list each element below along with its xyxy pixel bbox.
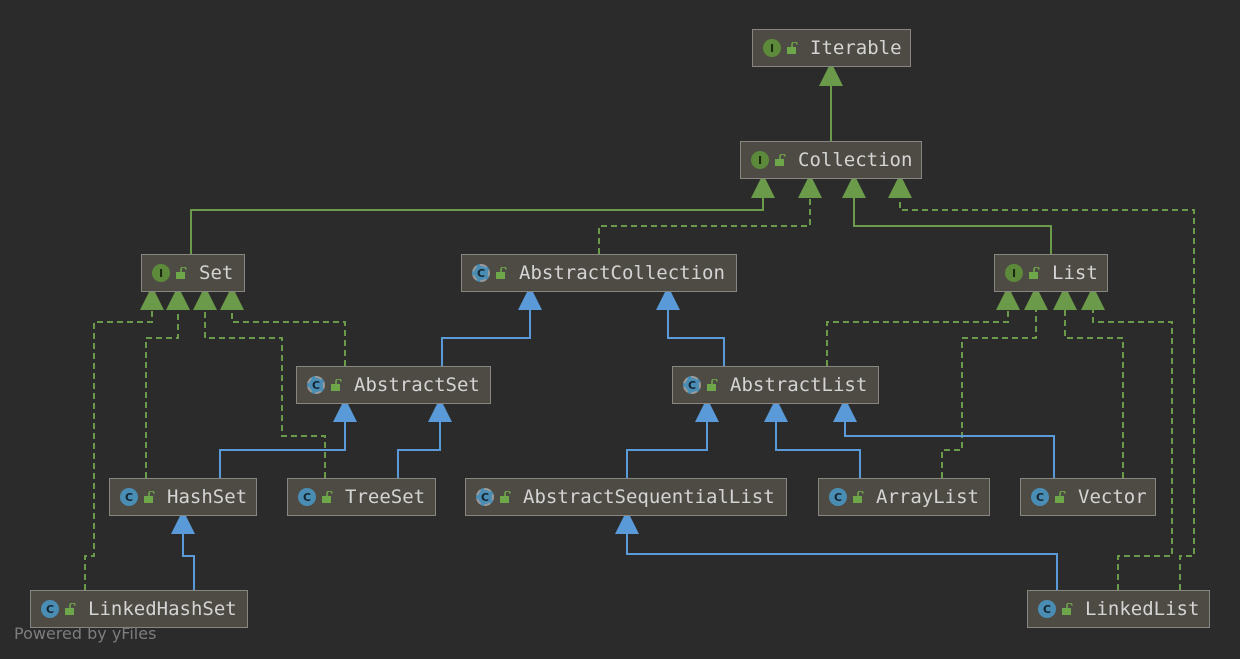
unlocked-icon [1029,267,1040,279]
edge-linkedlist-abstractsequentiallist [615,510,1058,590]
node-set[interactable]: I Set [141,254,245,292]
interface-icon: I [1005,264,1023,282]
edge-abstractlist-abstractcollection [656,286,725,366]
edge-vector-list [1053,286,1124,478]
edge-linkedlist-list [1081,286,1173,590]
unlocked-icon [176,267,187,279]
edge-vector-abstractlist [833,398,1055,478]
node-label: LinkedList [1085,598,1200,620]
node-array-list[interactable]: C ArrayList [818,478,990,516]
edge-linkedhashset-hashset [171,510,195,590]
abstract-class-icon: C [683,376,701,394]
unlocked-icon [775,154,786,166]
edge-abstractlist-list [826,286,1020,366]
unlocked-icon [322,491,333,503]
class-icon: C [41,600,59,618]
edge-linkedlist-collection [888,174,1195,590]
edge-abstractsequentiallist-abstractlist [626,398,719,478]
node-label: Collection [798,149,913,171]
node-label: ArrayList [876,486,979,508]
class-icon: C [829,488,847,506]
node-abstract-set[interactable]: C AbstractSet [296,366,491,404]
node-linked-list[interactable]: C LinkedList [1027,590,1210,628]
interface-icon: I [751,151,769,169]
class-icon: C [298,488,316,506]
edge-arraylist-abstractlist [764,398,861,478]
class-icon: C [120,488,138,506]
unlocked-icon [1062,603,1073,615]
node-label: Vector [1078,486,1147,508]
unlocked-icon [331,379,342,391]
node-label: List [1052,262,1098,284]
edge-arraylist-list [941,286,1048,478]
unlocked-icon [500,491,511,503]
unlocked-icon [65,603,76,615]
unlocked-icon [853,491,864,503]
node-iterable[interactable]: I Iterable [752,29,911,67]
powered-by-watermark: Powered by yFiles [14,624,157,643]
edge-set-collection [190,174,775,254]
edge-abstractcollection-collection [598,174,822,254]
node-abstract-collection[interactable]: C AbstractCollection [461,254,737,292]
unlocked-icon [1055,491,1066,503]
unlocked-icon [496,267,507,279]
node-abstract-list[interactable]: C AbstractList [672,366,879,404]
class-icon: C [1038,600,1056,618]
class-icon: C [1031,488,1049,506]
node-tree-set[interactable]: C TreeSet [287,478,436,516]
edge-list-collection [842,174,1052,254]
node-label: HashSet [167,486,248,508]
edge-treeset-abstractset [397,398,452,478]
node-vector[interactable]: C Vector [1020,478,1156,516]
edge-hashset-set [145,286,190,478]
node-label: AbstractSet [354,374,480,396]
interface-icon: I [763,39,781,57]
abstract-class-icon: C [476,488,494,506]
node-label: AbstractSequentialList [523,486,775,508]
node-collection[interactable]: I Collection [740,141,922,179]
node-label: AbstractList [730,374,868,396]
abstract-class-icon: C [307,376,325,394]
edge-abstractset-abstractcollection [441,286,542,366]
inheritance-edges [84,62,1195,590]
node-hash-set[interactable]: C HashSet [109,478,257,516]
node-label: Set [199,262,234,284]
unlocked-icon [707,379,718,391]
unlocked-icon [144,491,155,503]
edge-linkedhashset-set [84,286,164,590]
interface-icon: I [152,264,170,282]
node-linked-hash-set[interactable]: C LinkedHashSet [30,590,248,628]
node-list[interactable]: I List [994,254,1108,292]
unlocked-icon [787,42,798,54]
abstract-class-icon: C [472,264,490,282]
edge-abstractset-set [220,286,346,366]
node-label: LinkedHashSet [88,598,237,620]
node-label: AbstractCollection [519,262,725,284]
node-label: Iterable [810,37,902,59]
node-label: TreeSet [345,486,426,508]
node-abstract-sequential-list[interactable]: C AbstractSequentialList [465,478,787,516]
